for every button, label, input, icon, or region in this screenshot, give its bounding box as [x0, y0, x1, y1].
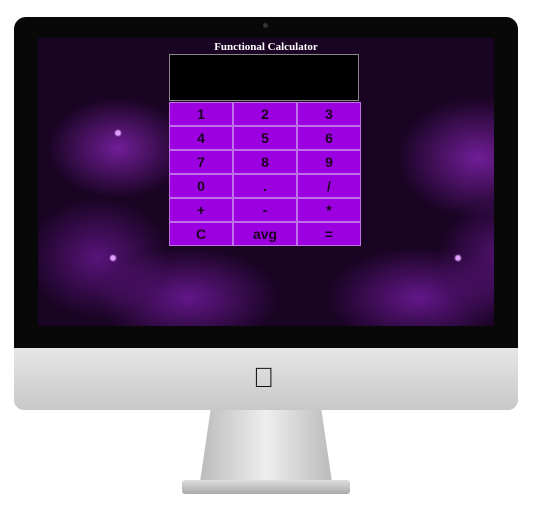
calc-button[interactable]: -: [233, 198, 297, 222]
calc-button[interactable]: =: [297, 222, 361, 246]
calc-button[interactable]: /: [297, 174, 361, 198]
camera: [263, 23, 268, 28]
keypad: 1 2 3 4 5 6 7 8 9 0. / + - * Cavg =: [169, 102, 361, 246]
calc-button[interactable]: 3: [297, 102, 361, 126]
monitor-stand: [200, 410, 332, 482]
calc-button[interactable]: .: [233, 174, 297, 198]
calc-button[interactable]: 1: [169, 102, 233, 126]
calc-button[interactable]: 6: [297, 126, 361, 150]
calc-button[interactable]: 5: [233, 126, 297, 150]
calc-button[interactable]: +: [169, 198, 233, 222]
calc-button[interactable]: 2: [233, 102, 297, 126]
apple-logo-icon: : [253, 362, 274, 394]
calc-button[interactable]: C: [169, 222, 233, 246]
calc-button[interactable]: *: [297, 198, 361, 222]
calc-button[interactable]: avg: [233, 222, 297, 246]
page-title: Functional Calculator: [214, 41, 318, 53]
calc-button[interactable]: 4: [169, 126, 233, 150]
monitor-foot: [182, 480, 350, 494]
calc-button[interactable]: 0: [169, 174, 233, 198]
calculator-display: [169, 54, 359, 101]
calc-button[interactable]: 7: [169, 150, 233, 174]
screen: Functional Calculator 1 2 3 4 5 6 7 8 9 0. / + - * Cav…: [38, 38, 494, 326]
calc-button[interactable]: 9: [297, 150, 361, 174]
calc-button[interactable]: 8: [233, 150, 297, 174]
